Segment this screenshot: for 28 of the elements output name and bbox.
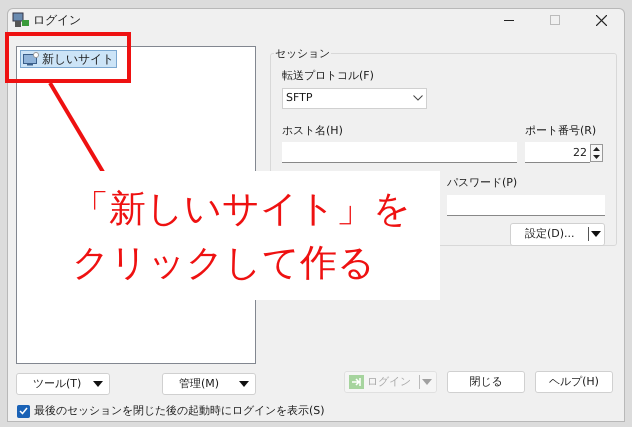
annotation-text: 「新しいサイト」を [72, 186, 411, 232]
field-label: ポート番号(R) [525, 122, 598, 138]
caret-icon [239, 381, 249, 387]
dropdown-button[interactable]: ツール(T) [16, 373, 110, 395]
dialog-button[interactable]: ヘルプ(H) [535, 371, 613, 393]
checkbox-label: 最後のセッションを閉じた後の起動時にログインを表示(S) [34, 403, 325, 419]
field-label: ホスト名(H) [282, 122, 344, 138]
dropdown-button[interactable]: 管理(M) [162, 373, 256, 395]
window-title: ログイン [33, 12, 81, 29]
checkbox[interactable] [17, 404, 30, 418]
caret-icon [93, 381, 103, 387]
maximize-icon [550, 15, 560, 25]
close-icon [596, 14, 606, 26]
tree-item[interactable]: 新しいサイト [20, 50, 117, 68]
chevron-down-icon [413, 95, 423, 101]
enter-arrow-icon [349, 375, 364, 389]
host-field[interactable] [282, 142, 517, 163]
annotation-text: クリックして作る [72, 240, 375, 286]
field-label: パスワード(P) [447, 175, 518, 191]
port-field[interactable]: 22 [525, 142, 590, 163]
password-field[interactable] [447, 194, 605, 216]
caret-icon [591, 231, 601, 237]
spinner-arrows-icon[interactable] [590, 144, 603, 162]
protocol-dropdown[interactable]: SFTP [282, 88, 427, 108]
caret-icon [422, 379, 432, 385]
settings-split-button[interactable]: 設定(D)... [510, 222, 605, 246]
dialog-button[interactable]: 閉じる [447, 371, 525, 393]
field-label: 転送プロトコル(F) [282, 68, 375, 84]
